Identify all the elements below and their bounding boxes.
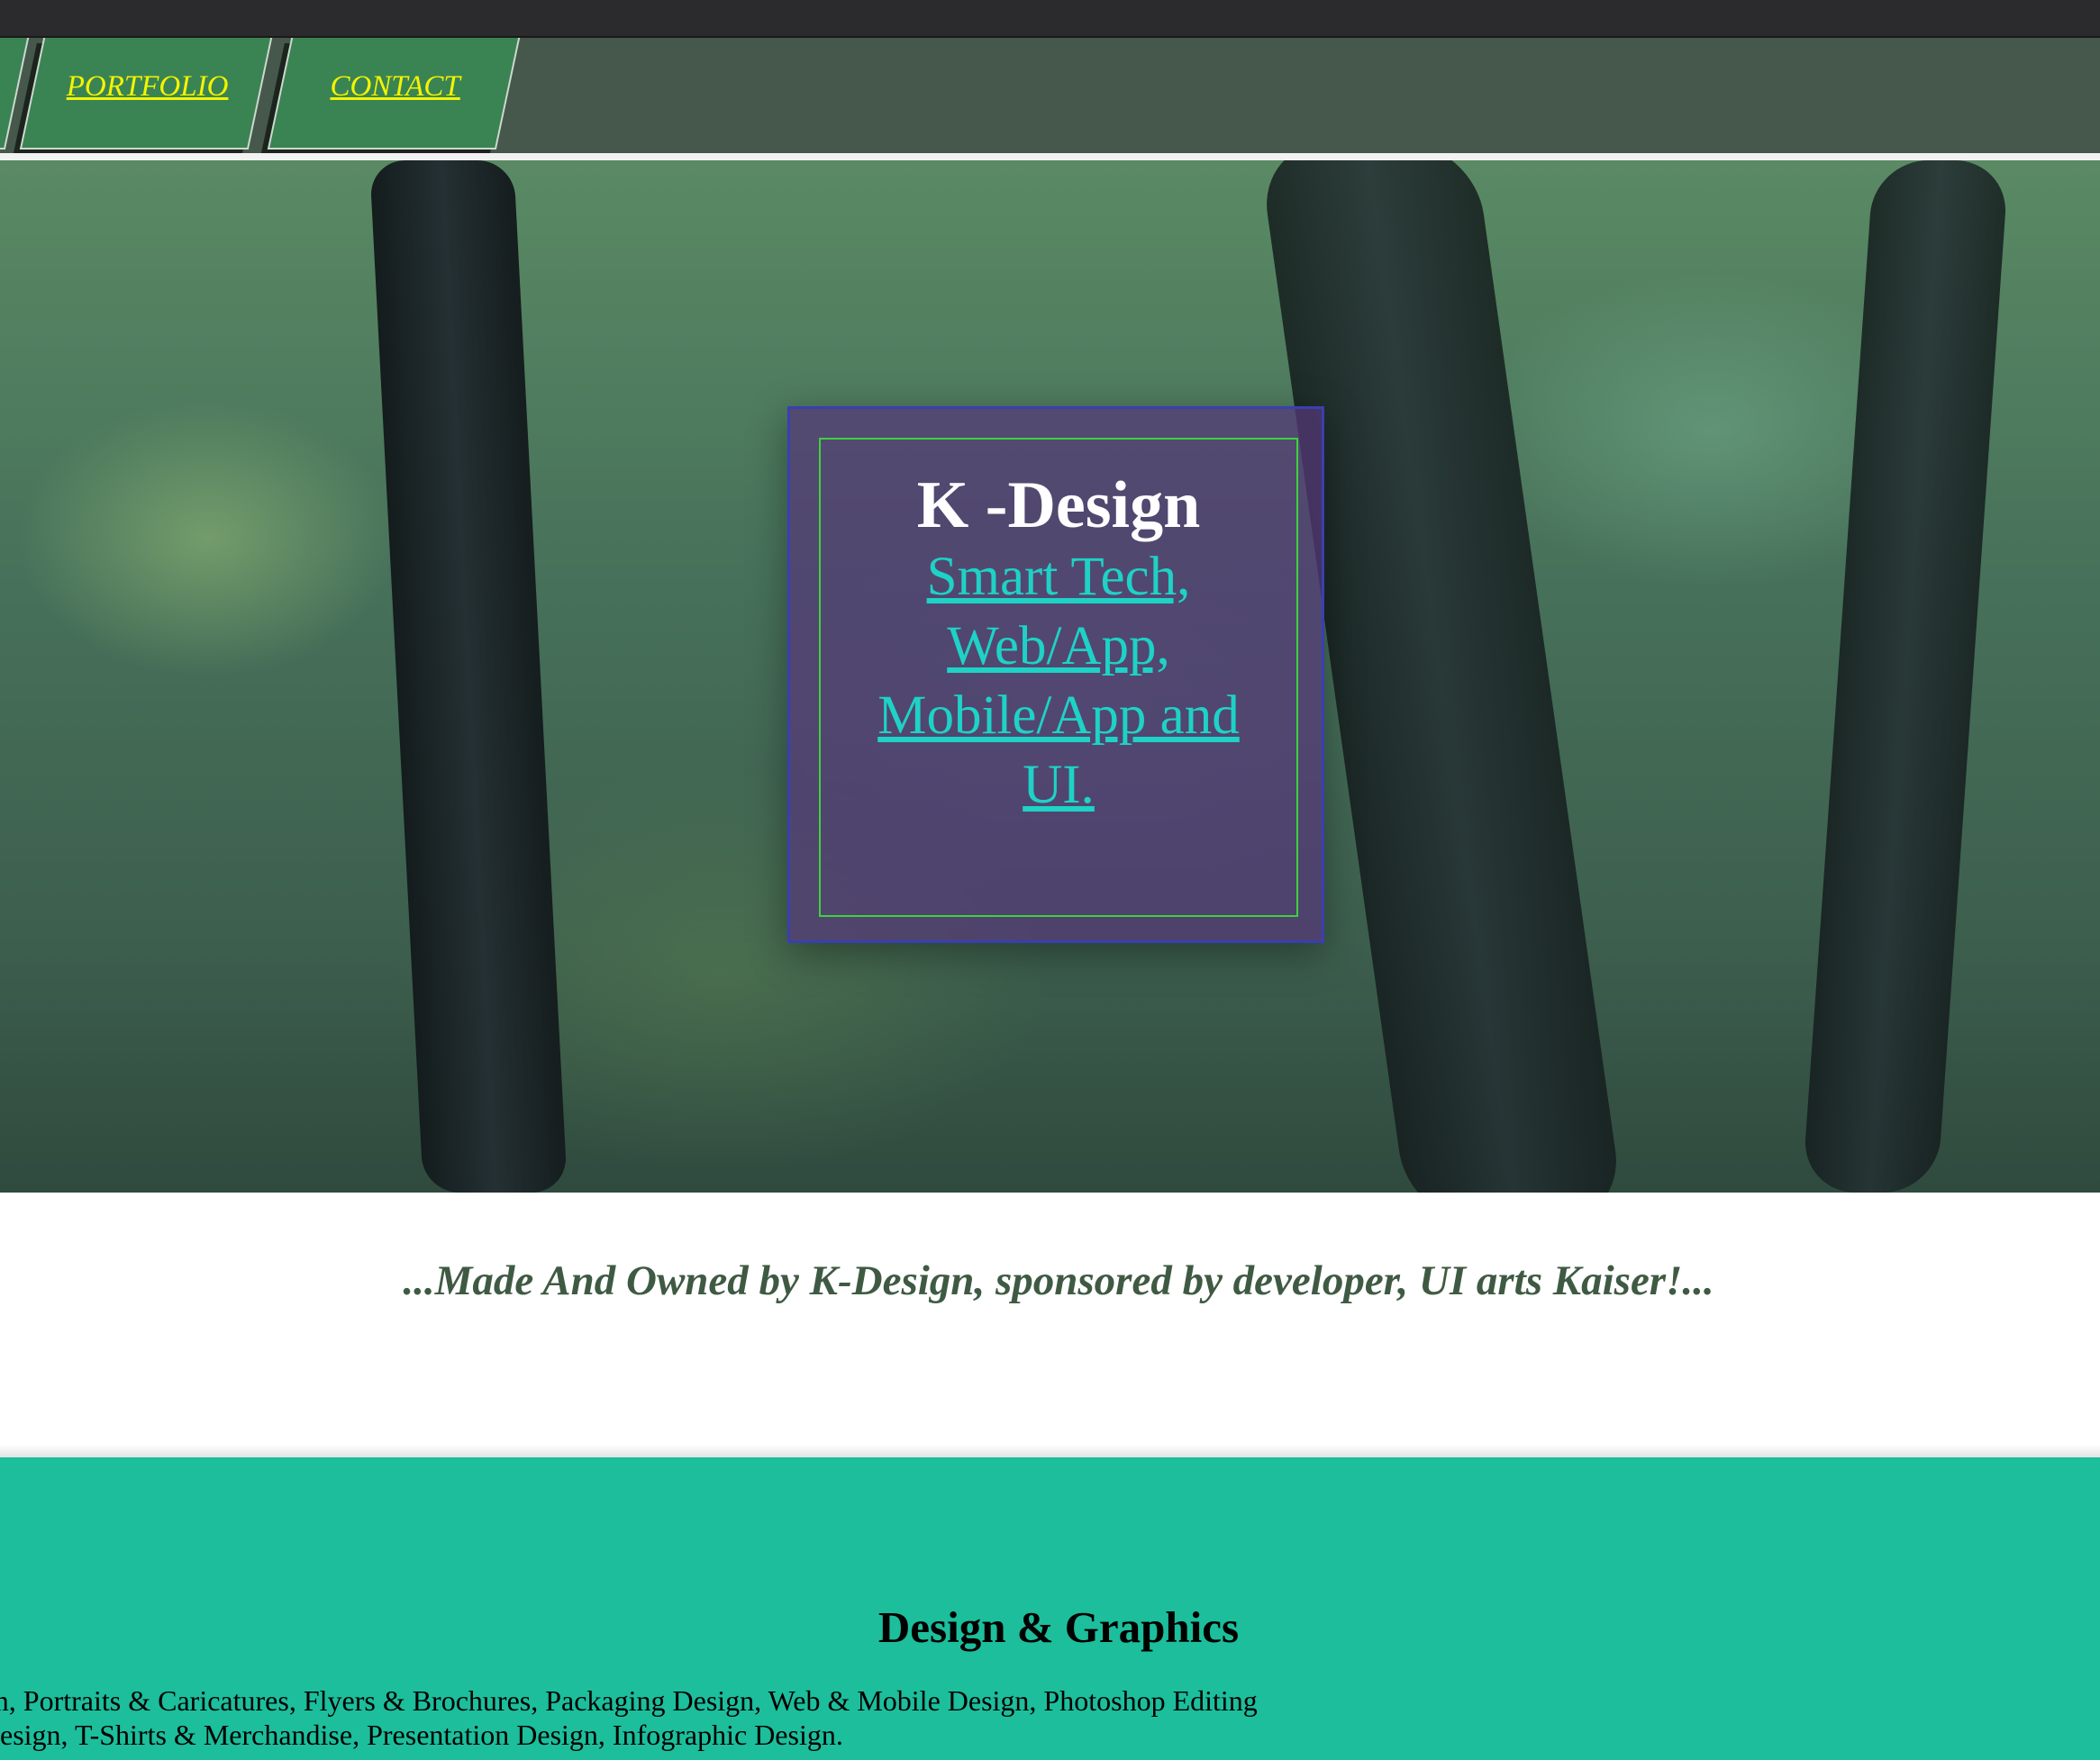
services-title: Design & Graphics xyxy=(877,1602,1240,1652)
section-divider xyxy=(0,1445,2100,1457)
hero-banner: K -Design Smart Tech, Web/App, Mobile/Ap… xyxy=(0,160,2100,1193)
hero-title: K -Design xyxy=(916,468,1201,542)
hero-subtitle-link[interactable]: Smart Tech, Web/App, Mobile/App and UI. xyxy=(847,542,1270,820)
nav-divider xyxy=(0,153,2100,160)
nav-tab-contact[interactable]: CONTACT xyxy=(267,38,521,150)
hero-tree-trunk xyxy=(1801,160,2010,1193)
nav-tab-portfolio[interactable]: PORTFOLIO xyxy=(19,38,273,150)
hero-card: K -Design Smart Tech, Web/App, Mobile/Ap… xyxy=(787,406,1324,943)
nav-link-portfolio[interactable]: PORTFOLIO xyxy=(35,70,260,104)
hero-tree-trunk xyxy=(368,160,568,1193)
services-list-line: tion, Portraits & Caricatures, Flyers & … xyxy=(0,1684,1258,1717)
hero-card-inner: K -Design Smart Tech, Web/App, Mobile/Ap… xyxy=(819,438,1298,917)
tagline: ...Made And Owned by K-Design, sponsored… xyxy=(403,1257,1714,1304)
browser-top-bar xyxy=(0,0,2100,38)
nav-link-contact[interactable]: CONTACT xyxy=(283,70,508,104)
services-section: Design & Graphics tion, Portraits & Cari… xyxy=(0,1457,2100,1760)
services-list-line: t Design, T-Shirts & Merchandise, Presen… xyxy=(0,1719,843,1751)
nav-bar: PORTFOLIO CONTACT xyxy=(0,38,2100,153)
